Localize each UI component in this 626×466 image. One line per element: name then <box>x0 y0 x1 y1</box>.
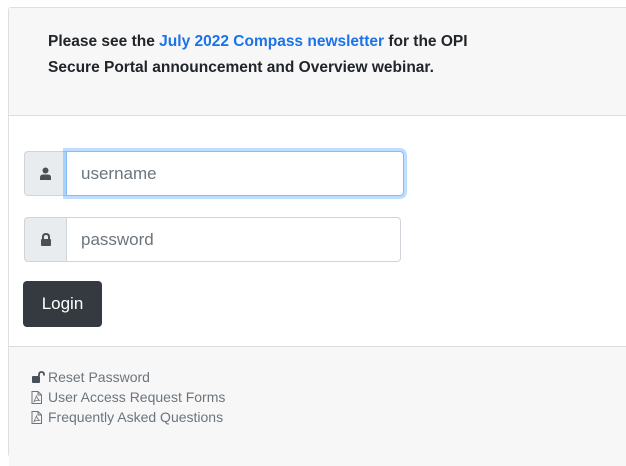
password-group <box>24 217 401 262</box>
announcement-header: Please see the July 2022 Compass newslet… <box>9 8 626 116</box>
reset-password-label: Reset Password <box>48 369 150 385</box>
footer-links: Reset Password User Access Request Forms <box>31 367 225 427</box>
reset-password-link[interactable]: Reset Password <box>31 367 225 387</box>
user-icon <box>40 167 51 180</box>
login-card: Please see the July 2022 Compass newslet… <box>8 7 626 466</box>
pdf-file-icon <box>31 390 42 404</box>
newsletter-link[interactable]: July 2022 Compass newsletter <box>159 33 384 50</box>
unlock-icon <box>32 371 45 383</box>
username-input[interactable] <box>66 151 404 196</box>
announcement-line-2: Secure Portal announcement and Overview … <box>48 59 434 76</box>
user-access-forms-label: User Access Request Forms <box>48 389 226 405</box>
faq-label: Frequently Asked Questions <box>48 409 224 425</box>
faq-link[interactable]: Frequently Asked Questions <box>31 407 225 427</box>
username-addon <box>24 151 66 196</box>
username-group <box>24 151 404 196</box>
password-addon <box>24 217 66 262</box>
announcement-line-1: Please see the July 2022 Compass newslet… <box>48 29 626 55</box>
password-input[interactable] <box>66 217 401 262</box>
lock-icon <box>40 233 51 246</box>
pdf-file-icon <box>31 410 42 424</box>
user-access-forms-link[interactable]: User Access Request Forms <box>31 387 225 407</box>
login-button[interactable]: Login <box>23 281 102 327</box>
announcement-text: Please see the <box>48 33 160 50</box>
card-footer: Reset Password User Access Request Forms <box>9 346 626 466</box>
announcement-text-tail: for the OPI <box>384 33 468 50</box>
